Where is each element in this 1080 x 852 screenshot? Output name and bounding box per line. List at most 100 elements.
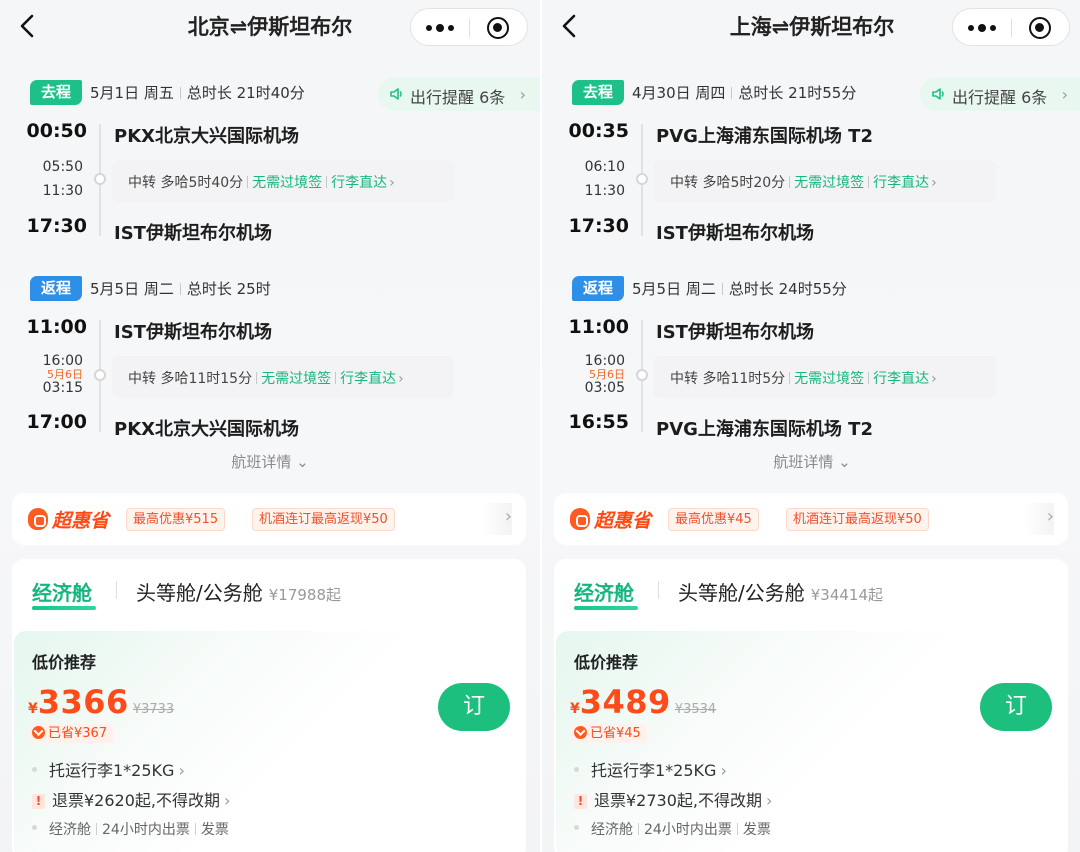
transfer-text: 中转 多哈11时5分 (670, 371, 786, 387)
chevron-right-icon: › (766, 791, 773, 810)
offer-price: ¥3366 ¥3733 (28, 683, 174, 721)
meta-class: 经济舱 (591, 822, 633, 838)
transfer-info-button[interactable]: 中转 多哈5时20分 无需过境签 行李直达 › (654, 160, 996, 202)
travel-reminder-button[interactable]: 出行提醒 6条 › (920, 77, 1080, 111)
departure-time: 00:50 (26, 120, 87, 142)
chevron-right-icon: › (1046, 506, 1054, 527)
transfer-info-button[interactable]: 中转 多哈11时15分 无需过境签 行李直达 › (112, 356, 454, 398)
departure-airport: IST伊斯坦布尔机场 (114, 322, 272, 343)
refund-policy[interactable]: ! 退票¥2620起,不得改期 › (32, 787, 230, 811)
segment-info: 5月1日 周五 总时长 21时40分 (90, 82, 305, 103)
chevron-right-icon: › (931, 175, 937, 191)
baggage-through-label: 行李直达 (873, 371, 930, 387)
more-dots-icon[interactable] (411, 9, 469, 47)
tab-first-business[interactable]: 头等舱/公务舱 ¥17988起 (136, 577, 341, 606)
departure-time: 11:00 (26, 316, 87, 338)
mini-program-close-icon[interactable] (487, 17, 509, 39)
departure-airport: IST伊斯坦布尔机场 (656, 322, 814, 343)
visa-free-label: 无需过境签 (794, 371, 865, 387)
book-button[interactable]: 订 (980, 683, 1052, 731)
promo-banner[interactable]: 超惠省 最高优惠¥515 机酒连订最高返现¥50 › (12, 493, 526, 545)
promo-banner[interactable]: 超惠省 最高优惠¥45 机酒连订最高返现¥50 › (554, 493, 1068, 545)
travel-reminder-button[interactable]: 出行提醒 6条 › (378, 77, 540, 111)
transfer-info-button[interactable]: 中转 多哈11时5分 无需过境签 行李直达 › (654, 356, 996, 398)
baggage-allowance[interactable]: 托运行李1*25KG › (574, 757, 727, 781)
saved-amount: 已省¥45 (590, 726, 641, 741)
segment-date: 5月1日 周五 (90, 84, 174, 102)
arrival-airport: IST伊斯坦布尔机场 (656, 223, 814, 244)
departure-time: 11:00 (568, 316, 629, 338)
promo-chip-cashback: 机酒连订最高返现¥50 (786, 508, 929, 531)
transfer-info-button[interactable]: 中转 多哈5时40分 无需过境签 行李直达 › (112, 160, 454, 202)
segment-duration: 总时长 21时55分 (738, 84, 857, 102)
outbound-tag: 去程 (572, 80, 624, 105)
transfer-depart-time: 11:30 (42, 183, 83, 199)
chevron-down-icon: ⌄ (838, 453, 851, 471)
segment-duration: 总时长 24时55分 (728, 280, 847, 298)
tab-economy[interactable]: 经济舱 (574, 577, 634, 606)
refund-policy[interactable]: ! 退票¥2730起,不得改期 › (574, 787, 772, 811)
visa-free-label: 无需过境签 (794, 175, 865, 191)
arrival-time: 17:30 (568, 215, 629, 237)
speaker-icon (932, 88, 944, 100)
mini-program-close-icon[interactable] (1029, 17, 1051, 39)
flight-details-toggle[interactable]: 航班详情 ⌄ (542, 451, 1080, 472)
chevron-right-icon: › (389, 175, 395, 191)
mini-program-capsule (410, 8, 528, 46)
chevron-right-icon: › (720, 761, 727, 780)
currency-symbol: ¥ (570, 701, 580, 717)
arrival-time: 17:00 (26, 411, 87, 433)
reminder-label: 出行提醒 6条 (410, 88, 506, 107)
segment-date: 5月5日 周二 (632, 280, 716, 298)
chevron-right-icon: › (178, 761, 185, 780)
offer-title: 低价推荐 (32, 653, 97, 672)
baggage-label: 托运行李1*25KG (591, 761, 717, 780)
transfer-depart-time: 11:30 (584, 183, 625, 199)
tab-economy[interactable]: 经济舱 (32, 577, 92, 606)
chevron-right-icon: › (398, 371, 404, 387)
currency-symbol: ¥ (28, 701, 38, 717)
trip-panel-beijing: 北京⇌伊斯坦布尔 去程 5月1日 周五 总时长 21时40分 出行提醒 6条 › … (0, 0, 540, 852)
saved-amount: 已省¥367 (48, 726, 108, 741)
chevron-right-icon: › (224, 791, 231, 810)
book-button[interactable]: 订 (438, 683, 510, 731)
transfer-depart-time: 03:15 (42, 380, 83, 396)
return-tag: 返程 (30, 276, 82, 301)
promo-chip-cashback: 机酒连订最高返现¥50 (252, 508, 395, 531)
baggage-label: 托运行李1*25KG (49, 761, 175, 780)
more-dots-icon[interactable] (953, 9, 1011, 47)
flight-details-toggle[interactable]: 航班详情 ⌄ (0, 451, 540, 472)
tab-first-business[interactable]: 头等舱/公务舱 ¥34414起 (678, 577, 883, 606)
segment-date: 5月5日 周二 (90, 280, 174, 298)
timeline-dot (94, 173, 106, 185)
low-price-offer: 低价推荐 ¥3489 ¥3534 已省¥45 订 托运行李1*25KG › ! 退票¥… (556, 631, 1068, 852)
segment-duration: 总时长 21时40分 (186, 84, 305, 102)
offer-title: 低价推荐 (574, 653, 639, 672)
capsule-divider (469, 19, 470, 37)
segment-info: 4月30日 周四 总时长 21时55分 (632, 82, 856, 103)
refund-label: 退票¥2730起,不得改期 (594, 791, 762, 810)
speaker-icon (390, 88, 402, 100)
back-arrow-icon[interactable] (558, 12, 582, 40)
first-class-price: ¥17988起 (268, 586, 342, 604)
transfer-next-day: 5月6日 (589, 368, 625, 381)
segment-info: 5月5日 周二 总时长 24时55分 (632, 278, 847, 299)
baggage-allowance[interactable]: 托运行李1*25KG › (32, 757, 185, 781)
segment-duration: 总时长 25时 (186, 280, 271, 298)
transfer-arrive-time: 06:10 (584, 159, 625, 175)
tab-underline (32, 606, 96, 610)
departure-time: 00:35 (568, 120, 629, 142)
arrival-time: 16:55 (568, 411, 629, 433)
outbound-tag: 去程 (30, 80, 82, 105)
promo-chip-discount: 最高优惠¥515 (126, 508, 226, 531)
arrival-time: 17:30 (26, 215, 87, 237)
capsule-divider (1011, 19, 1012, 37)
transfer-depart-time: 03:05 (584, 380, 625, 396)
back-arrow-icon[interactable] (16, 12, 40, 40)
low-price-offer: 低价推荐 ¥3366 ¥3733 已省¥367 订 托运行李1*25KG › ! 退票… (14, 631, 526, 852)
warning-icon: ! (32, 794, 45, 809)
chevron-right-icon: › (504, 506, 512, 527)
promo-logo: 超惠省 (28, 506, 109, 532)
transfer-arrive-time: 16:00 (42, 353, 83, 369)
segment-info: 5月5日 周二 总时长 25时 (90, 278, 271, 299)
